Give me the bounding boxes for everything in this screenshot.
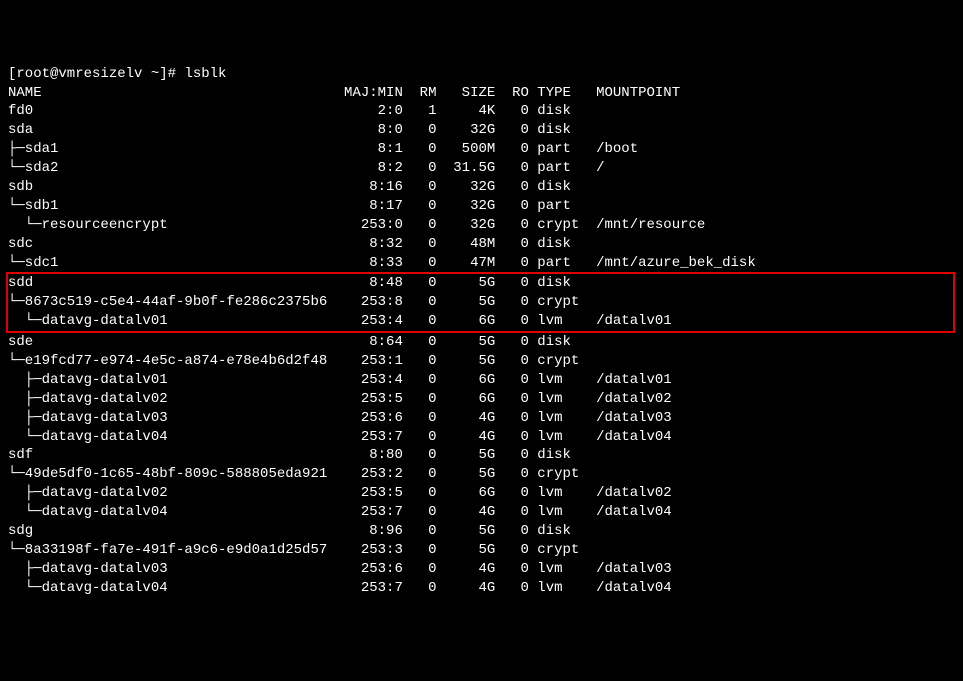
terminal-output: [root@vmresizelv ~]# lsblk NAME MAJ:MIN R… <box>8 65 955 598</box>
lsblk-row: └─resourceencrypt 253:0 0 32G 0 crypt /m… <box>8 217 705 233</box>
highlighted-block: sdd 8:48 0 5G 0 disk └─8673c519-c5e4-44a… <box>6 272 955 333</box>
lsblk-row: ├─datavg-datalv02 253:5 0 6G 0 lvm /data… <box>8 391 672 407</box>
lsblk-row: ├─datavg-datalv01 253:4 0 6G 0 lvm /data… <box>8 372 672 388</box>
lsblk-header: NAME MAJ:MIN RM SIZE RO TYPE MOUNTPOINT <box>8 85 680 101</box>
shell-prompt: [root@vmresizelv ~]# <box>8 66 184 82</box>
lsblk-row: └─sdb1 8:17 0 32G 0 part <box>8 198 596 214</box>
lsblk-row: ├─sda1 8:1 0 500M 0 part /boot <box>8 141 638 157</box>
command[interactable]: lsblk <box>184 66 226 82</box>
lsblk-row: └─sda2 8:2 0 31.5G 0 part / <box>8 160 605 176</box>
lsblk-row: sdf 8:80 0 5G 0 disk <box>8 447 596 463</box>
lsblk-row: └─8673c519-c5e4-44af-9b0f-fe286c2375b6 2… <box>8 294 596 310</box>
lsblk-row: ├─datavg-datalv03 253:6 0 4G 0 lvm /data… <box>8 410 672 426</box>
lsblk-row: sdg 8:96 0 5G 0 disk <box>8 523 596 539</box>
lsblk-row: └─datavg-datalv04 253:7 0 4G 0 lvm /data… <box>8 580 672 596</box>
lsblk-row: ├─datavg-datalv02 253:5 0 6G 0 lvm /data… <box>8 485 672 501</box>
lsblk-row: └─datavg-datalv01 253:4 0 6G 0 lvm /data… <box>8 313 672 329</box>
lsblk-row: └─49de5df0-1c65-48bf-809c-588805eda921 2… <box>8 466 596 482</box>
lsblk-row: sdb 8:16 0 32G 0 disk <box>8 179 596 195</box>
lsblk-row: └─8a33198f-fa7e-491f-a9c6-e9d0a1d25d57 2… <box>8 542 596 558</box>
lsblk-row: └─sdc1 8:33 0 47M 0 part /mnt/azure_bek_… <box>8 255 756 271</box>
lsblk-row: └─datavg-datalv04 253:7 0 4G 0 lvm /data… <box>8 504 672 520</box>
lsblk-row: └─datavg-datalv04 253:7 0 4G 0 lvm /data… <box>8 429 672 445</box>
lsblk-row: sde 8:64 0 5G 0 disk <box>8 334 596 350</box>
lsblk-row: sdd 8:48 0 5G 0 disk <box>8 275 596 291</box>
lsblk-row: sdc 8:32 0 48M 0 disk <box>8 236 596 252</box>
lsblk-row: sda 8:0 0 32G 0 disk <box>8 122 596 138</box>
lsblk-row: └─e19fcd77-e974-4e5c-a874-e78e4b6d2f48 2… <box>8 353 596 369</box>
lsblk-row: fd0 2:0 1 4K 0 disk <box>8 103 596 119</box>
